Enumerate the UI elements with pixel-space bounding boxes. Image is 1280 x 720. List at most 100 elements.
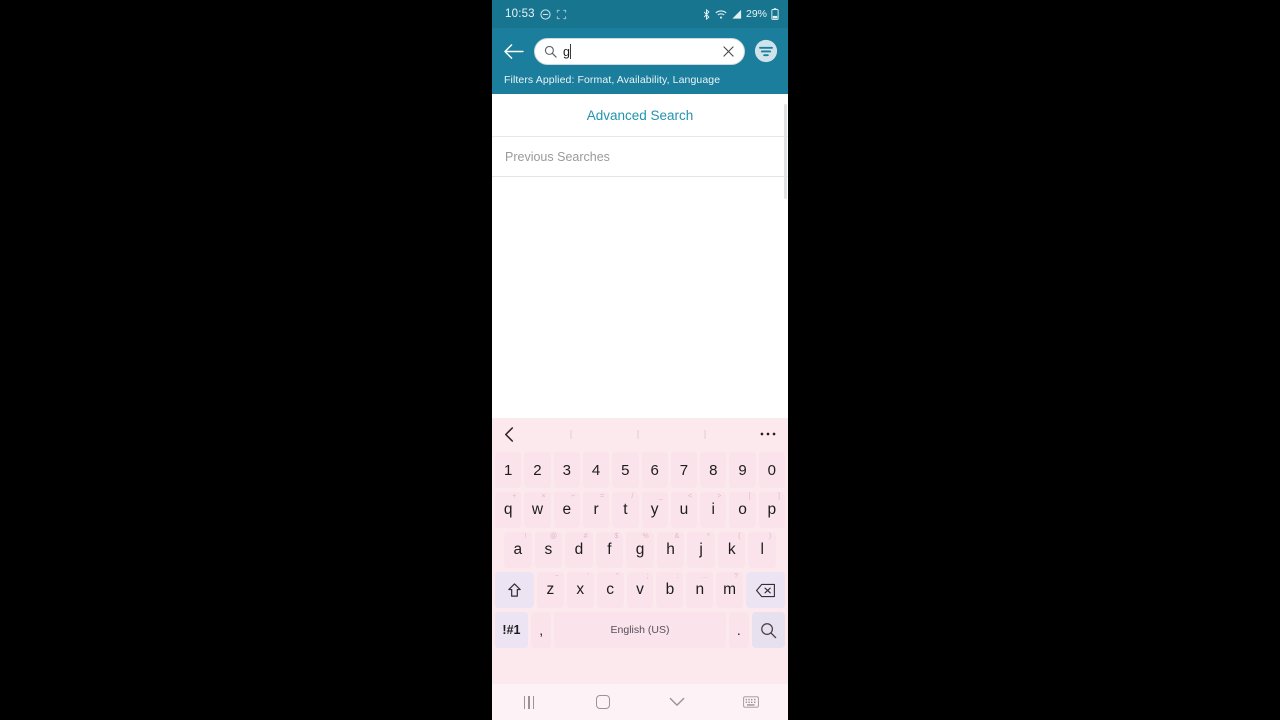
key-z-alt: ~ (554, 573, 559, 580)
filter-icon (754, 39, 778, 63)
key-x-alt: ‘ (587, 573, 589, 580)
key-m-label: m (723, 581, 737, 598)
key-n-label: n (695, 581, 705, 598)
key-a-alt: ! (524, 533, 527, 540)
key-b-alt: : (676, 573, 679, 580)
overflow-menu-icon[interactable] (760, 431, 776, 437)
keyboard-switch-icon (743, 696, 759, 708)
key-o[interactable]: [o (729, 492, 756, 528)
key-4[interactable]: 4 (582, 452, 610, 488)
key-n[interactable]: … n (686, 572, 714, 608)
key-w-label: w (531, 501, 544, 518)
key-s[interactable]: @ s (534, 532, 563, 568)
key-3[interactable]: 3 (553, 452, 580, 488)
key-b-label: b (665, 581, 675, 598)
screen-capture-icon (556, 9, 567, 20)
key-9[interactable]: 9 (729, 452, 756, 488)
keyboard-row-top: + q × w ÷ e = r / t _ y < u > i [o ] p (494, 490, 786, 530)
key-e-label: e (562, 501, 572, 518)
key-6[interactable]: 6 (641, 452, 668, 488)
search-key-icon (760, 622, 777, 639)
key-n-alt: … (701, 573, 709, 580)
key-y[interactable]: _ y (641, 492, 668, 528)
key-w[interactable]: × w (524, 492, 551, 528)
key-e-alt: ÷ (571, 493, 575, 500)
key-x-label: x (576, 581, 585, 598)
key-j[interactable]: * j (687, 532, 715, 568)
key-g[interactable]: % g (626, 532, 654, 568)
key-t[interactable]: / t (612, 492, 639, 528)
key-o-alt: [ (748, 493, 751, 500)
key-g-alt: % (642, 533, 649, 540)
key-2[interactable]: 2 (524, 452, 551, 488)
recents-button[interactable] (492, 695, 566, 709)
space-key[interactable]: English (US) (554, 612, 726, 648)
key-k[interactable]: (k (717, 532, 746, 568)
keyboard-row-home: ! a @ s # d $ f % g & h * j (k ) l (494, 530, 786, 570)
key-u[interactable]: < u (670, 492, 698, 528)
status-bar-right: 29% (702, 8, 779, 20)
key-b[interactable]: :b (656, 572, 684, 608)
advanced-search-link[interactable]: Advanced Search (492, 94, 788, 137)
status-bar-left: 10:53 (505, 8, 567, 20)
key-7[interactable]: 7 (670, 452, 698, 488)
search-input-value: g (563, 43, 714, 59)
key-q-alt: + (512, 493, 517, 500)
key-s-label: s (544, 541, 553, 558)
key-l[interactable]: ) l (748, 532, 777, 568)
keyboard-row-function: !#1 , English (US) . (494, 610, 786, 650)
key-x[interactable]: ‘x (566, 572, 594, 608)
key-a[interactable]: ! a (503, 532, 532, 568)
key-m[interactable]: ? m (716, 572, 744, 608)
search-row: g (492, 28, 788, 74)
key-p[interactable]: ] p (758, 492, 785, 528)
key-8[interactable]: 8 (700, 452, 727, 488)
key-d[interactable]: # d (565, 532, 593, 568)
clear-search-button[interactable] (720, 43, 736, 59)
search-icon (544, 45, 557, 58)
key-q[interactable]: + q (495, 492, 522, 528)
key-5[interactable]: 5 (612, 452, 639, 488)
key-y-alt: _ (658, 493, 663, 500)
chevron-left-icon[interactable] (503, 426, 516, 442)
search-enter-key[interactable] (752, 612, 785, 648)
key-e[interactable]: ÷ e (553, 492, 580, 528)
key-u-alt: < (688, 493, 693, 500)
search-input-text: g (563, 44, 570, 59)
key-z[interactable]: ~ z (536, 572, 564, 608)
hide-keyboard-button[interactable] (640, 697, 714, 707)
key-r[interactable]: = r (582, 492, 610, 528)
key-c-label: c (606, 581, 614, 598)
filters-applied-label: Filters Applied: Format, Availability, L… (504, 74, 721, 86)
search-input[interactable]: g (534, 37, 745, 65)
keyboard-row-numbers: 1 2 3 4 5 6 7 8 9 0 (494, 450, 786, 490)
wifi-icon (715, 9, 727, 20)
shift-arrow-icon (506, 582, 523, 599)
back-button[interactable] (496, 34, 530, 68)
key-i[interactable]: > i (700, 492, 727, 528)
filter-button[interactable] (752, 37, 780, 65)
key-w-alt: × (541, 493, 546, 500)
key-i-alt: > (717, 493, 722, 500)
shift-key[interactable] (494, 572, 534, 608)
symbols-key[interactable]: !#1 (495, 612, 528, 648)
backspace-key[interactable] (746, 572, 786, 608)
keyboard-switch-button[interactable] (714, 696, 788, 708)
scrollbar[interactable] (784, 104, 787, 199)
key-c[interactable]: " c (596, 572, 624, 608)
home-button[interactable] (566, 695, 640, 709)
period-key[interactable]: . (728, 612, 750, 648)
key-v[interactable]: ; v (626, 572, 654, 608)
key-h-alt: & (674, 533, 680, 540)
comma-key[interactable]: , (530, 612, 552, 648)
key-1[interactable]: 1 (495, 452, 522, 488)
key-j-label: j (699, 541, 703, 558)
key-h[interactable]: & h (656, 532, 685, 568)
status-bar-clock: 10:53 (505, 8, 535, 20)
text-cursor (569, 43, 571, 59)
key-f[interactable]: $ f (595, 532, 624, 568)
battery-icon (771, 8, 779, 20)
key-0[interactable]: 0 (758, 452, 785, 488)
suggestion-list[interactable] (516, 429, 760, 439)
key-t-alt: / (631, 493, 634, 500)
